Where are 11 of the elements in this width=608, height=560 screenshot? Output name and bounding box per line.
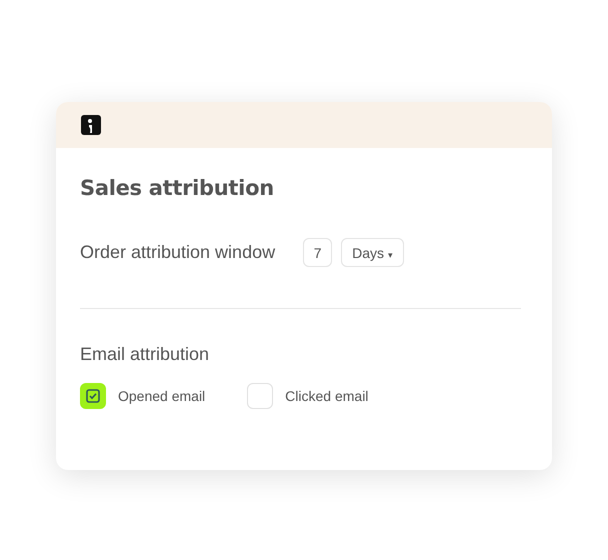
number-field[interactable]: 7 [303, 238, 332, 267]
unit-dropdown[interactable]: Days ▾ [341, 238, 404, 267]
checkbox[interactable] [247, 383, 274, 409]
checkbox-label: Opened email [118, 388, 206, 404]
checkbox-label: Clicked email [285, 388, 368, 404]
logo-icon [81, 115, 101, 135]
card-title: Sales attribution [80, 176, 275, 200]
order-window-label: Order attribution window [80, 242, 276, 263]
check-icon [86, 389, 100, 403]
section-label: Email attribution [80, 344, 210, 365]
checkbox[interactable] [80, 383, 106, 409]
